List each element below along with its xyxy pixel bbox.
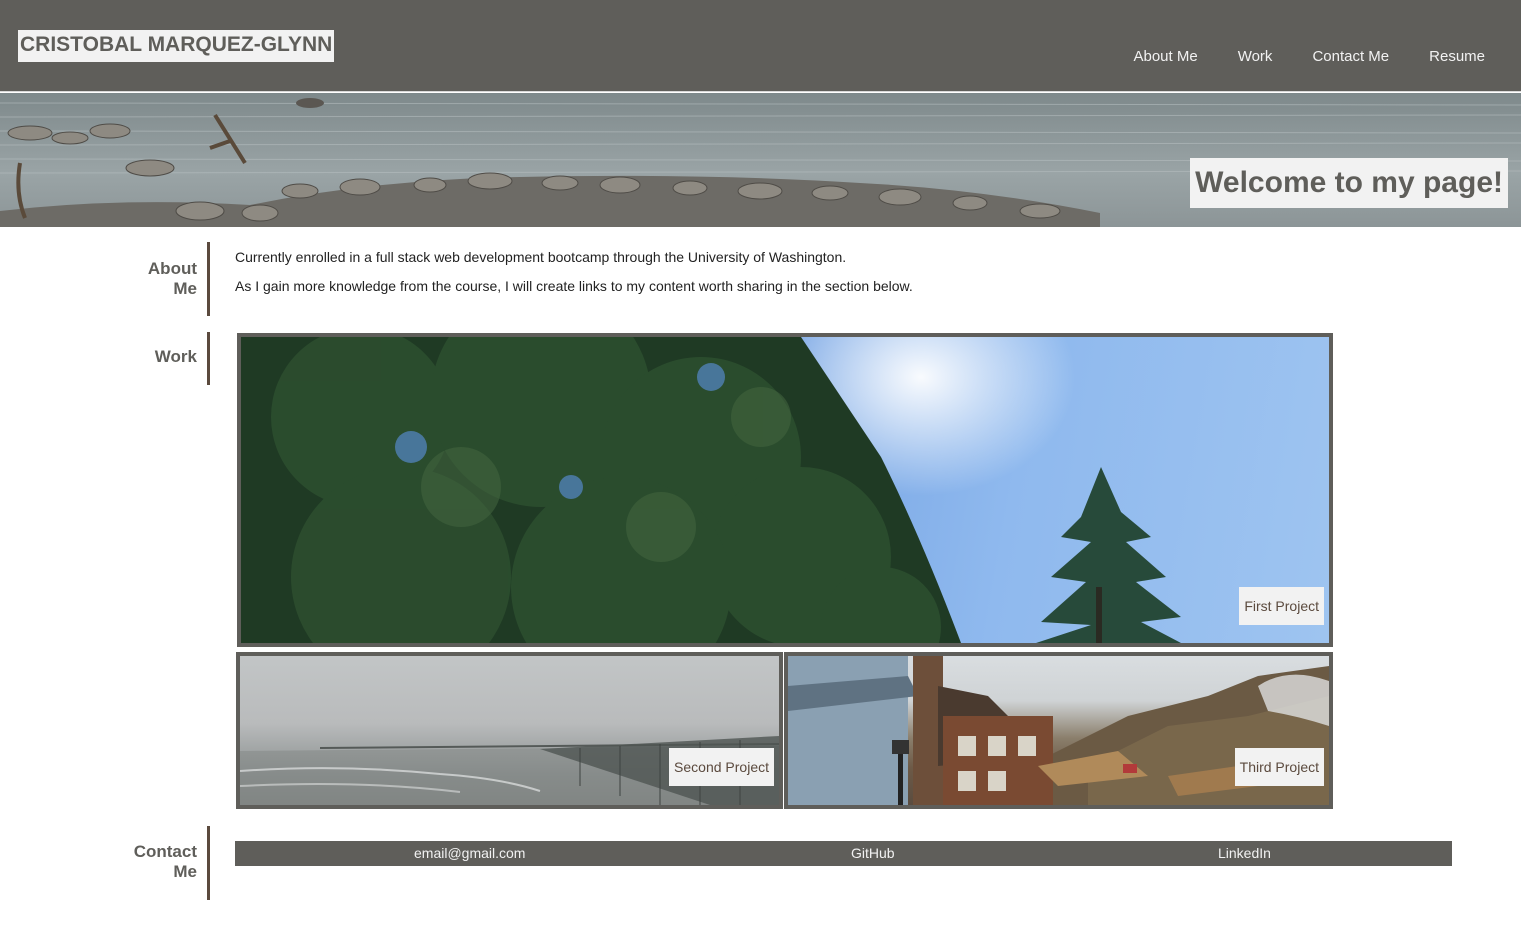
nav-link-contact-me[interactable]: Contact Me <box>1292 46 1409 68</box>
project-caption-third: Third Project <box>1234 748 1324 786</box>
about-text: Currently enrolled in a full stack web d… <box>235 249 1335 307</box>
project-card-third[interactable]: Third Project <box>784 652 1333 809</box>
hero-banner: Welcome to my page! <box>0 93 1521 227</box>
about-paragraph: As I gain more knowledge from the course… <box>235 278 913 294</box>
contact-email-link[interactable]: email@gmail.com <box>414 841 525 866</box>
section-label-work: Work <box>0 332 210 385</box>
project-caption-first: First Project <box>1239 587 1324 625</box>
project-caption-second: Second Project <box>669 748 774 786</box>
contact-label-line2: Me <box>173 862 197 881</box>
nav-link-work[interactable]: Work <box>1218 46 1293 68</box>
about-label-line2: Me <box>173 279 197 298</box>
hero-welcome-heading: Welcome to my page! <box>1190 158 1508 208</box>
project-image-trees <box>241 337 1329 643</box>
work-label: Work <box>154 347 197 366</box>
section-label-contact: Contact Me <box>0 826 210 900</box>
about-label-line1: About <box>147 259 197 278</box>
nav-link-about-me[interactable]: About Me <box>1113 46 1217 68</box>
about-paragraph: Currently enrolled in a full stack web d… <box>235 249 847 265</box>
site-header: CRISTOBAL MARQUEZ-GLYNN About Me Work Co… <box>0 0 1521 92</box>
nav-link-resume[interactable]: Resume <box>1409 46 1521 68</box>
site-title: CRISTOBAL MARQUEZ-GLYNN <box>18 30 335 62</box>
project-card-first[interactable]: First Project <box>237 333 1333 647</box>
contact-label-line1: Contact <box>133 842 197 861</box>
contact-github-link[interactable]: GitHub <box>851 841 895 866</box>
contact-bar: email@gmail.com GitHub LinkedIn <box>235 841 1452 866</box>
main-nav: About Me Work Contact Me Resume <box>1113 46 1521 68</box>
project-card-second[interactable]: Second Project <box>236 652 783 809</box>
section-label-about: About Me <box>0 242 210 316</box>
contact-linkedin-link[interactable]: LinkedIn <box>1218 841 1271 866</box>
